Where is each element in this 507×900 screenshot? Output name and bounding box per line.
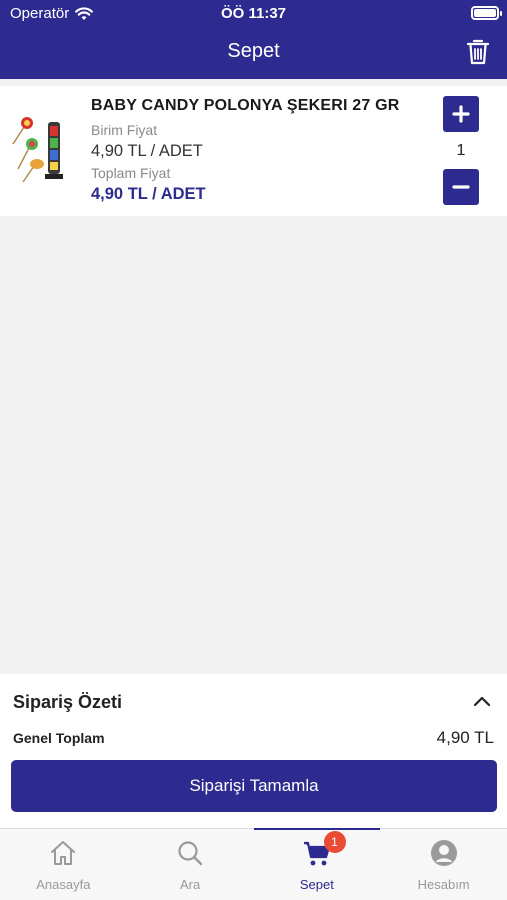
- decrease-quantity-button[interactable]: [443, 169, 479, 205]
- complete-order-button[interactable]: Siparişi Tamamla: [11, 760, 497, 812]
- chevron-up-icon[interactable]: [473, 694, 491, 708]
- tab-search[interactable]: Ara: [127, 829, 254, 900]
- tab-search-label: Ara: [180, 877, 201, 892]
- total-price: 4,90 TL / ADET: [91, 185, 206, 203]
- order-summary-title: Sipariş Özeti: [13, 692, 123, 712]
- product-name: BABY CANDY POLONYA ŞEKERI 27 GR: [91, 97, 400, 114]
- minus-icon: [452, 185, 470, 189]
- grand-total-label: Genel Toplam: [13, 730, 105, 746]
- tab-cart[interactable]: 1 Sepet: [253, 828, 381, 900]
- status-bar: Operatör ÖÖ 11:37: [0, 0, 507, 28]
- cart-badge: 1: [323, 831, 346, 853]
- trash-icon[interactable]: [465, 38, 491, 66]
- tab-account[interactable]: Hesabım: [380, 829, 507, 900]
- tab-cart-label: Sepet: [299, 877, 334, 892]
- tab-home-label: Anasayfa: [36, 877, 91, 892]
- quantity-value: 1: [456, 142, 466, 159]
- status-time: ÖÖ 11:37: [220, 5, 287, 22]
- account-icon: [430, 840, 457, 866]
- unit-price: 4,90 TL / ADET: [91, 142, 203, 160]
- plus-icon: [452, 105, 470, 123]
- increase-quantity-button[interactable]: [443, 96, 479, 132]
- home-icon: [51, 841, 76, 865]
- tab-home[interactable]: Anasayfa: [0, 829, 127, 900]
- top-bar: Operatör ÖÖ 11:37 Sepet: [0, 0, 507, 79]
- product-image: [12, 117, 63, 183]
- tab-account-label: Hesabım: [417, 877, 470, 892]
- total-price-label: Toplam Fiyat: [91, 165, 171, 181]
- unit-price-label: Birim Fiyat: [91, 122, 158, 138]
- tab-bar: Anasayfa Ara 1 Sepet Hesabım: [0, 828, 507, 900]
- battery-icon: [471, 6, 502, 20]
- grand-total-value: 4,90 TL: [436, 728, 494, 747]
- page-title: Sepet: [227, 40, 280, 62]
- search-icon: [178, 841, 203, 866]
